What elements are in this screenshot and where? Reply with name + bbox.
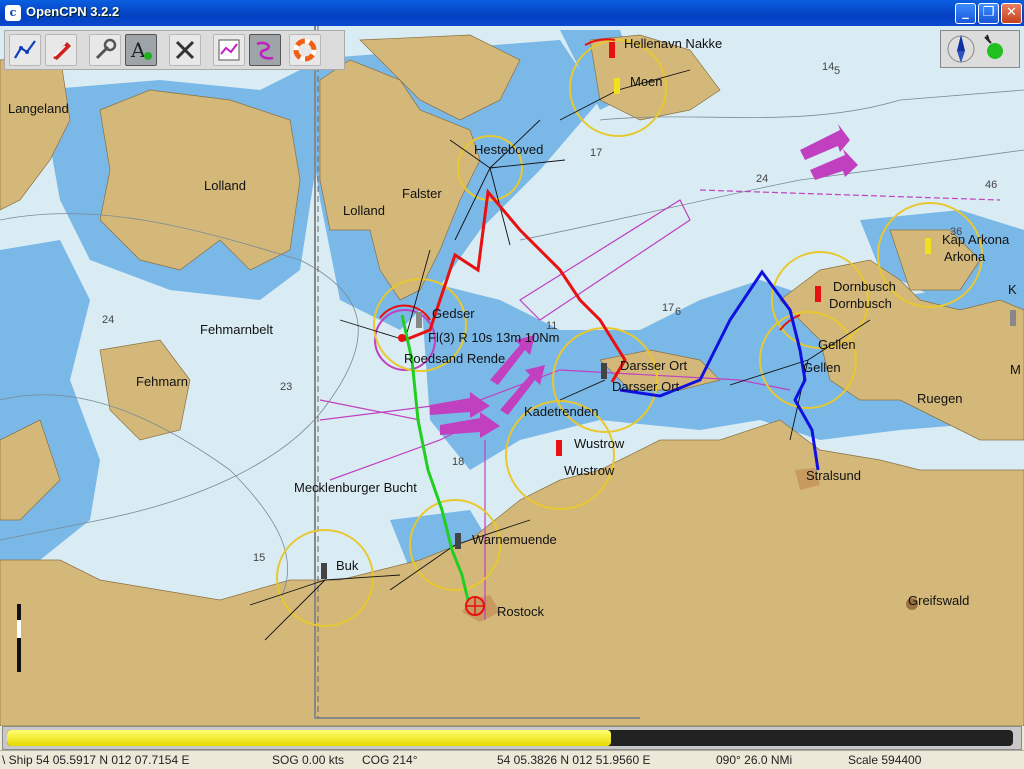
label-dornbusch-1: Dornbusch xyxy=(833,279,896,294)
app-icon: c xyxy=(5,5,21,21)
svg-text:18: 18 xyxy=(452,456,464,468)
close-button[interactable]: ✕ xyxy=(1001,3,1022,24)
svg-text:14: 14 xyxy=(822,61,834,73)
wrench-icon xyxy=(95,38,117,60)
ship-position: \ Ship 54 05.5917 N 012 07.7154 E xyxy=(2,753,190,767)
svg-text:24: 24 xyxy=(756,173,768,185)
label-darsser-2: Darsser Ort xyxy=(612,379,680,394)
tracks-icon xyxy=(256,41,274,60)
label-wustrow-1: Wustrow xyxy=(574,436,625,451)
label-lolland-1: Lolland xyxy=(204,178,246,193)
ship-icon xyxy=(53,42,71,60)
label-kadetrenden: Kadetrenden xyxy=(524,404,598,419)
tracks-button[interactable] xyxy=(249,34,281,66)
label-langeland: Langeland xyxy=(8,101,69,116)
sog-readout: SOG 0.00 kts xyxy=(272,753,345,767)
svg-text:24: 24 xyxy=(102,314,114,326)
status-bar: \ Ship 54 05.5917 N 012 07.7154 E SOG 0.… xyxy=(0,750,1024,769)
progress-fill xyxy=(7,730,611,746)
cog-readout: COG 214° xyxy=(362,753,418,767)
tools-icon xyxy=(175,40,195,60)
title-bar: c OpenCPN 3.2.2 _ ❐ ✕ xyxy=(0,0,1024,26)
svg-text:23: 23 xyxy=(280,381,292,393)
label-edge-k: K xyxy=(1008,282,1017,297)
window-title: OpenCPN 3.2.2 xyxy=(26,4,120,19)
label-gellen-2: Gellen xyxy=(803,360,841,375)
text-toggle-icon: A xyxy=(130,38,152,62)
route-tool-button[interactable] xyxy=(9,34,41,66)
maximize-button[interactable]: ❐ xyxy=(978,3,999,24)
label-dornbusch-2: Dornbusch xyxy=(829,296,892,311)
progress-bar xyxy=(2,726,1022,750)
chart-scale: Scale 594400 xyxy=(848,753,922,767)
label-darsser-1: Darsser Ort xyxy=(620,358,688,373)
label-kap-arkona-2: Arkona xyxy=(944,249,986,264)
route-tool-icon xyxy=(14,40,36,59)
label-hesteboved: Hesteboved xyxy=(474,142,543,157)
label-falster: Falster xyxy=(402,186,442,201)
label-rostock: Rostock xyxy=(497,604,544,619)
nautical-chart: Langeland Lolland Lolland Falster Hesteb… xyxy=(0,26,1024,726)
bearing-distance: 090° 26.0 NMi xyxy=(716,753,793,767)
waypoint-marker[interactable] xyxy=(398,334,406,342)
svg-text:36: 36 xyxy=(950,226,962,238)
label-mecklenburger: Mecklenburger Bucht xyxy=(294,480,417,495)
chart-icon xyxy=(218,39,240,61)
svg-text:A: A xyxy=(130,38,146,62)
label-greifswald: Greifswald xyxy=(908,593,969,608)
label-warnemuende: Warnemuende xyxy=(472,532,557,547)
compass-gps-widget[interactable] xyxy=(940,30,1020,68)
label-roedsand: Roedsand Rende xyxy=(404,351,505,366)
tools-button[interactable] xyxy=(169,34,201,66)
svg-text:17: 17 xyxy=(662,302,674,314)
lifebuoy-icon xyxy=(293,38,317,62)
label-edge-m: M xyxy=(1010,362,1021,377)
svg-text:6: 6 xyxy=(675,306,681,318)
label-lolland-2: Lolland xyxy=(343,203,385,218)
text-toggle-button[interactable]: A xyxy=(125,34,157,66)
ship-button[interactable] xyxy=(45,34,77,66)
label-moen: Moen xyxy=(630,74,663,89)
label-ruegen: Ruegen xyxy=(917,391,963,406)
compass-icon xyxy=(947,34,1003,63)
label-stralsund: Stralsund xyxy=(806,468,861,483)
label-hellenavn: Hellenavn Nakke xyxy=(624,36,722,51)
svg-text:15: 15 xyxy=(253,552,265,564)
svg-text:5: 5 xyxy=(834,65,840,77)
main-toolbar: A xyxy=(4,30,345,70)
label-fehmarnbelt: Fehmarnbelt xyxy=(200,322,273,337)
progress-track xyxy=(7,730,1013,746)
cursor-position: 54 05.3826 N 012 51.9560 E xyxy=(497,753,651,767)
label-wustrow-2: Wustrow xyxy=(564,463,615,478)
svg-text:11: 11 xyxy=(546,320,557,332)
label-gedser: Gedser xyxy=(432,306,475,321)
label-light-char: Fl(3) R 10s 13m 10Nm xyxy=(428,330,559,345)
settings-button[interactable] xyxy=(89,34,121,66)
minimize-button[interactable]: _ xyxy=(955,3,976,24)
svg-text:46: 46 xyxy=(985,179,997,191)
label-gellen-1: Gellen xyxy=(818,337,856,352)
chart-canvas[interactable]: Langeland Lolland Lolland Falster Hesteb… xyxy=(0,26,1024,726)
svg-text:17: 17 xyxy=(590,147,602,159)
chart-button[interactable] xyxy=(213,34,245,66)
label-buk: Buk xyxy=(336,558,359,573)
label-fehmarn: Fehmarn xyxy=(136,374,188,389)
mob-button[interactable] xyxy=(289,34,321,66)
